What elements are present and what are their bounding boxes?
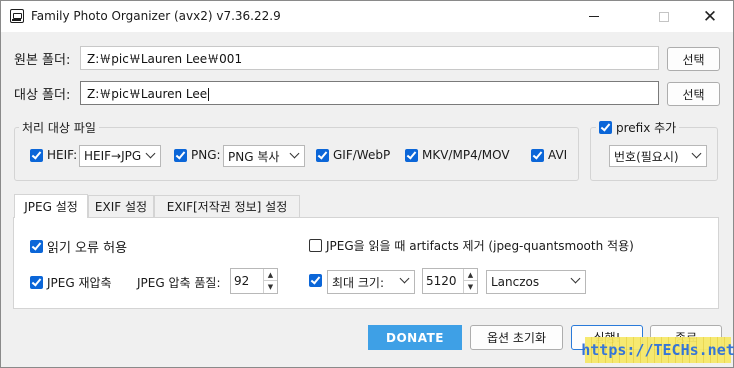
prefix-select-value: 번호(필요시) <box>614 149 679 164</box>
source-select-button[interactable]: 선택 <box>667 47 720 71</box>
window-title: Family Photo Organizer (avx2) v7.36.22.9 <box>31 9 281 23</box>
prefix-label: prefix 추가 <box>616 121 677 135</box>
prefix-check-icon <box>599 121 612 134</box>
target-folder-label: 대상 폴더: <box>14 88 71 103</box>
max-size-select-value: 최대 크기: <box>332 275 385 290</box>
heif-label: HEIF: <box>47 148 78 162</box>
chevron-down-icon <box>145 148 156 159</box>
tab-exif-settings[interactable]: EXIF 설정 <box>88 195 154 217</box>
ignore-errors-check-icon <box>30 240 43 253</box>
chevron-down-icon <box>399 273 410 284</box>
ignore-read-errors-checkbox[interactable]: 읽기 오류 허용 <box>30 237 127 256</box>
chevron-down-icon <box>289 148 300 159</box>
spin-down-icon[interactable]: ▼ <box>464 281 477 293</box>
quality-spinbox[interactable]: 92 ▲ ▼ <box>230 268 278 294</box>
source-folder-input[interactable]: Z:￦pic￦Lauren Lee￦001 <box>80 46 659 70</box>
png-select[interactable]: PNG 복사 <box>223 145 305 167</box>
gif-webp-checkbox[interactable]: GIF/WebP <box>316 148 390 162</box>
app-window: Family Photo Organizer (avx2) v7.36.22.9… <box>0 0 734 368</box>
title-bar[interactable]: Family Photo Organizer (avx2) v7.36.22.9… <box>1 1 733 32</box>
source-folder-value: Z:￦pic￦Lauren Lee￦001 <box>87 52 243 66</box>
gif-webp-label: GIF/WebP <box>333 148 391 162</box>
spin-down-icon[interactable]: ▼ <box>264 281 277 293</box>
mkv-check-icon <box>405 148 418 162</box>
target-folder-input[interactable]: Z:￦pic￦Lauren Lee <box>80 81 659 105</box>
max-size-select[interactable]: 최대 크기: <box>327 270 415 294</box>
max-size-spinbox[interactable]: 5120 ▲ ▼ <box>422 268 478 294</box>
prefix-checkbox[interactable]: prefix 추가 <box>596 119 680 136</box>
jpeg-settings-panel <box>13 217 719 309</box>
artifacts-check-icon <box>309 239 322 252</box>
prefix-select[interactable]: 번호(필요시) <box>609 145 707 167</box>
max-size-value: 5120 <box>426 274 457 288</box>
mkv-mp4-mov-checkbox[interactable]: MKV/MP4/MOV <box>405 148 510 162</box>
quality-spin-buttons[interactable]: ▲ ▼ <box>263 269 277 293</box>
target-select-button[interactable]: 선택 <box>667 82 720 106</box>
heif-checkbox[interactable]: HEIF: <box>30 148 77 162</box>
png-checkbox[interactable]: PNG: <box>174 148 221 162</box>
mkv-mp4-mov-label: MKV/MP4/MOV <box>422 148 510 162</box>
tab-exif-copyright-settings[interactable]: EXIF[저작권 정보] 설정 <box>154 195 300 217</box>
spin-up-icon[interactable]: ▲ <box>464 269 477 281</box>
tab-jpeg-settings[interactable]: JPEG 설정 <box>14 194 88 218</box>
close-button[interactable]: ✕ <box>687 1 733 32</box>
donate-button[interactable]: DONATE <box>368 325 462 350</box>
camera-icon <box>10 9 24 23</box>
minimize-icon <box>589 16 599 17</box>
heif-select[interactable]: HEIF→JPG <box>79 145 161 167</box>
resample-select-value: Lanczos <box>491 275 540 289</box>
avi-check-icon <box>531 148 544 162</box>
avi-label: AVI <box>548 148 568 162</box>
maximize-button[interactable] <box>641 1 687 32</box>
source-folder-label: 원본 폴더: <box>14 53 71 68</box>
target-folder-value: Z:￦pic￦Lauren Lee <box>87 87 208 101</box>
spin-up-icon[interactable]: ▲ <box>264 269 277 281</box>
recompress-check-icon <box>30 276 43 289</box>
remove-artifacts-checkbox[interactable]: JPEG을 읽을 때 artifacts 제거 (jpeg-quantsmoot… <box>309 237 634 254</box>
chevron-down-icon <box>570 273 581 284</box>
recompress-label: JPEG 재압축 <box>47 276 112 290</box>
chevron-down-icon <box>691 148 702 159</box>
files-group-title: 처리 대상 파일 <box>19 119 99 136</box>
ignore-read-errors-label: 읽기 오류 허용 <box>47 241 128 256</box>
png-check-icon <box>174 148 187 162</box>
minimize-button[interactable] <box>571 1 617 32</box>
remove-artifacts-label: JPEG을 읽을 때 artifacts 제거 (jpeg-quantsmoot… <box>326 239 634 253</box>
close-icon: ✕ <box>702 6 718 27</box>
files-group-title-text: 처리 대상 파일 <box>22 121 96 135</box>
max-size-check-icon <box>309 274 322 287</box>
maximize-icon <box>659 11 669 22</box>
quality-value: 92 <box>234 274 250 288</box>
heif-select-value: HEIF→JPG <box>84 149 142 163</box>
png-select-value: PNG 복사 <box>228 149 280 164</box>
watermark: https://TECHs.net <box>581 337 734 363</box>
quality-label: JPEG 압축 품질: <box>137 276 221 290</box>
avi-checkbox[interactable]: AVI <box>531 148 567 162</box>
reset-options-button[interactable]: 옵션 초기화 <box>470 325 563 350</box>
text-cursor <box>208 88 210 101</box>
gif-check-icon <box>316 148 329 162</box>
max-size-spin-buttons[interactable]: ▲ ▼ <box>463 269 477 293</box>
png-label: PNG: <box>191 148 221 162</box>
resample-select[interactable]: Lanczos <box>486 270 586 294</box>
max-size-checkbox[interactable] <box>309 274 322 287</box>
recompress-checkbox[interactable]: JPEG 재압축 <box>30 274 112 291</box>
heif-check-icon <box>30 148 43 162</box>
